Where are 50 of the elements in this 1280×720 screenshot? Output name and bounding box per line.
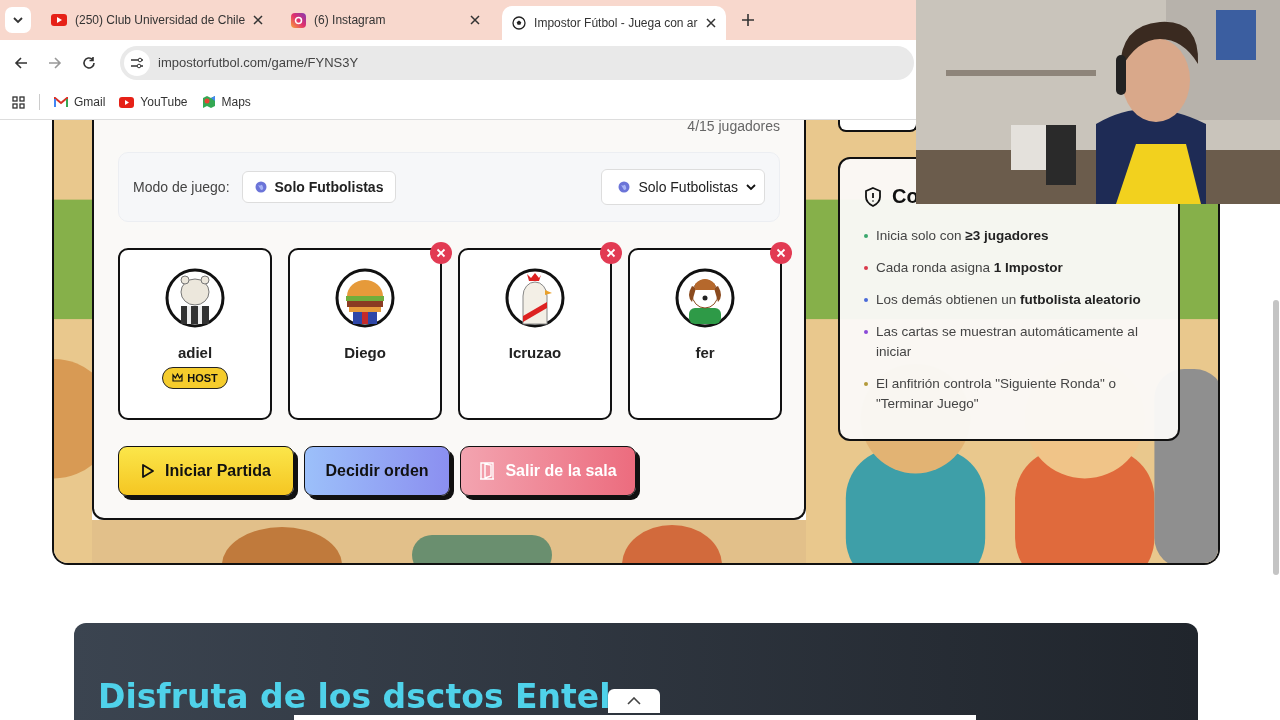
back-icon[interactable] [14,55,28,70]
player-count: 4/15 jugadores [686,120,780,136]
forward-icon[interactable] [48,55,62,70]
reload-icon[interactable] [82,55,96,70]
door-icon [479,462,496,480]
bookmark[interactable]: Maps [201,95,251,109]
play-icon [119,96,135,108]
browser-tab[interactable]: (6) Instagram [285,0,491,40]
close-icon[interactable] [470,15,481,25]
play-icon [51,14,67,26]
caret-icon [746,182,756,192]
host-badge: HOST [162,367,228,389]
play-icon [141,463,156,479]
mail-icon [54,96,68,108]
globe-icon [618,181,631,193]
mode-chip: Solo Futbolistas [241,171,397,203]
player-name: adiel [177,344,213,361]
camera-icon [291,12,307,28]
map-icon [201,95,216,109]
leopard-avatar-icon [165,266,225,330]
tab-list-button[interactable] [5,7,31,33]
expand-tab[interactable] [608,689,660,713]
globe-icon [254,181,267,193]
player-name: fer [695,344,715,361]
close-icon[interactable] [705,18,716,28]
remove-icon[interactable] [770,242,792,264]
crown-icon [172,373,184,383]
mode-select[interactable]: Solo Futbolistas [601,169,765,205]
dog-avatar-icon [675,266,735,330]
scrollbar-thumb[interactable] [1273,300,1279,575]
chevron-up-icon [627,697,641,705]
close-icon[interactable] [253,15,264,25]
player-name: Icruzao [508,344,562,361]
new-tab-icon[interactable] [741,14,754,26]
browser-tab[interactable]: Impostor Fútbol - Juega con ar [502,6,726,40]
browser-tab[interactable]: (250) Club Universidad de Chile [45,0,274,40]
burger-avatar-icon [335,266,395,330]
mode-label: Modo de juego: [133,179,230,195]
address-field[interactable]: impostorfutbol.com/game/FYNS3Y [120,45,914,80]
bookmark[interactable]: Gmail [54,95,106,109]
site-settings-icon[interactable] [124,49,150,76]
apps-icon[interactable] [12,95,25,109]
chicken-avatar-icon [505,266,565,330]
remove-icon[interactable] [430,242,452,264]
bookmark[interactable]: YouTube [119,95,188,109]
chevron-down-icon [12,14,24,26]
banner-title: Disfruta de los dsctos Entel [98,677,611,717]
remove-icon[interactable] [600,242,622,264]
soccer-ball-icon [512,16,527,30]
player-name: Diego [344,344,386,361]
